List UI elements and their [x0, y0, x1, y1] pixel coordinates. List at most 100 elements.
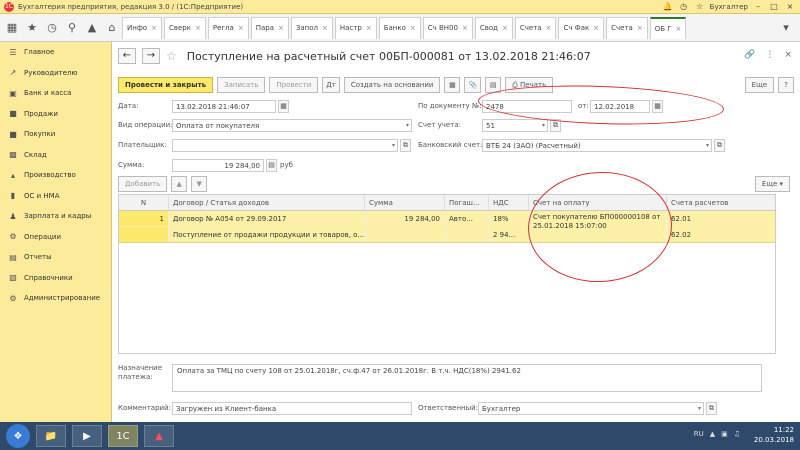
- save-button[interactable]: Записать: [217, 77, 266, 93]
- open-responsible-icon[interactable]: ⧉: [706, 402, 717, 415]
- close-icon[interactable]: ×: [637, 24, 643, 32]
- tab-10[interactable]: Сч Фак ×: [558, 16, 605, 39]
- history-icon[interactable]: ◷: [44, 20, 60, 36]
- sidebar-item-main[interactable]: ☰ Главное: [0, 42, 111, 63]
- close-icon[interactable]: ×: [366, 24, 372, 32]
- document-icon[interactable]: ▤: [485, 77, 502, 93]
- close-icon[interactable]: ×: [278, 24, 284, 32]
- home-icon[interactable]: ⌂: [104, 20, 120, 36]
- close-form-icon[interactable]: ×: [784, 50, 792, 60]
- tab-3[interactable]: Пара ×: [250, 16, 289, 39]
- sidebar-item-manager[interactable]: ↗ Руководителю: [0, 63, 111, 84]
- row-vat-sum[interactable]: 2 94...: [489, 227, 529, 242]
- add-row-button[interactable]: Добавить: [118, 176, 168, 192]
- sidebar-item-operations[interactable]: ⚙ Операции: [0, 227, 111, 248]
- date-field[interactable]: 13.02.2018 21:46:07: [172, 100, 276, 113]
- tab-6[interactable]: Банко ×: [378, 16, 421, 39]
- dt-kt-icon[interactable]: Дт: [322, 77, 340, 93]
- close-icon[interactable]: ×: [238, 24, 244, 32]
- comment-field[interactable]: Загружен из Клиент-банка: [172, 402, 412, 415]
- tab-4[interactable]: Запол ×: [290, 16, 333, 39]
- tab-12-active[interactable]: ОБ Г ×: [649, 16, 687, 39]
- sidebar-item-admin[interactable]: ⚙ Администрирование: [0, 288, 111, 309]
- sidebar-item-production[interactable]: ▴ Производство: [0, 165, 111, 186]
- pdf-reader-app-icon[interactable]: ▲: [144, 425, 174, 447]
- calendar-icon[interactable]: ▦: [652, 100, 663, 113]
- calculator-icon[interactable]: ▤: [266, 159, 277, 172]
- tab-0[interactable]: Инфо ×: [122, 16, 162, 39]
- row-account-2[interactable]: 62.02: [667, 227, 757, 242]
- close-icon[interactable]: ×: [593, 24, 599, 32]
- start-button-icon[interactable]: ❖: [6, 424, 30, 448]
- row-vat-rate[interactable]: 18%: [489, 211, 529, 226]
- post-button[interactable]: Провести: [269, 77, 319, 93]
- volume-icon[interactable]: ♫: [734, 430, 740, 438]
- close-icon[interactable]: ×: [195, 24, 201, 32]
- tab-1[interactable]: Сверк ×: [163, 16, 206, 39]
- col-sum[interactable]: Сумма: [365, 195, 445, 210]
- user-name[interactable]: Бухгалтер: [710, 3, 748, 11]
- row-account-1[interactable]: 62.01: [667, 211, 757, 226]
- more-button[interactable]: Еще: [744, 77, 774, 93]
- back-button[interactable]: ←: [118, 48, 136, 64]
- bell-icon[interactable]: ▲: [84, 20, 100, 36]
- close-icon[interactable]: ×: [151, 24, 157, 32]
- sidebar-item-salary[interactable]: ♟ Зарплата и кадры: [0, 206, 111, 227]
- clock[interactable]: 11:22 20.03.2018: [754, 425, 794, 445]
- media-player-app-icon[interactable]: ▶: [72, 425, 102, 447]
- table-more-button[interactable]: Еще ▾: [754, 176, 790, 192]
- close-icon[interactable]: ×: [410, 24, 416, 32]
- favorites-star-icon[interactable]: ★: [24, 20, 40, 36]
- help-button[interactable]: ?: [778, 77, 794, 93]
- docdate-field[interactable]: 12.02.2018: [590, 100, 650, 113]
- row-contract[interactable]: Договор № А054 от 29.09.2017: [169, 211, 365, 226]
- language-indicator[interactable]: RU: [694, 430, 704, 438]
- tab-9[interactable]: Счета ×: [514, 16, 557, 39]
- sidebar-item-reports[interactable]: ▤ Отчеты: [0, 247, 111, 268]
- 1c-app-icon[interactable]: 1С: [108, 425, 138, 447]
- col-accounts[interactable]: Счета расчетов: [667, 195, 757, 210]
- post-and-close-button[interactable]: Провести и закрыть: [118, 77, 214, 93]
- structure-icon[interactable]: ▦: [444, 77, 461, 93]
- link-icon[interactable]: 🔗: [744, 50, 755, 60]
- sidebar-item-sales[interactable]: ■ Продажи: [0, 104, 111, 125]
- attach-icon[interactable]: 📎: [464, 77, 482, 93]
- tab-7[interactable]: Сч ВН00 ×: [422, 16, 473, 39]
- move-down-icon[interactable]: ▼: [191, 176, 208, 192]
- operation-select[interactable]: Оплата от покупателя ▾: [172, 119, 412, 132]
- col-vat[interactable]: НДС: [489, 195, 529, 210]
- sidebar-item-warehouse[interactable]: ▩ Склад: [0, 145, 111, 166]
- sidebar-item-catalogs[interactable]: ▧ Справочники: [0, 268, 111, 289]
- close-button[interactable]: ×: [784, 2, 796, 12]
- table-row[interactable]: 1 Договор № А054 от 29.09.2017 19 284,00…: [119, 211, 775, 243]
- close-icon[interactable]: ×: [546, 24, 552, 32]
- print-button[interactable]: ⎙ Печать: [505, 77, 554, 93]
- close-icon[interactable]: ×: [462, 24, 468, 32]
- tab-8[interactable]: Свод ×: [474, 16, 513, 39]
- sidebar-item-assets[interactable]: ▮ ОС и НМА: [0, 186, 111, 207]
- explorer-app-icon[interactable]: 📁: [36, 425, 66, 447]
- tray-arrow-icon[interactable]: ▲: [710, 430, 715, 438]
- create-based-button[interactable]: Создать на основании: [343, 77, 441, 93]
- maximize-button[interactable]: □: [768, 2, 780, 12]
- favorite-star-icon[interactable]: ☆: [166, 49, 177, 63]
- row-sum[interactable]: 19 284,00: [365, 211, 445, 226]
- sidebar-item-purchases[interactable]: ■ Покупки: [0, 124, 111, 145]
- col-repay[interactable]: Погаш...: [445, 195, 489, 210]
- close-icon[interactable]: ×: [502, 24, 508, 32]
- row-repay[interactable]: Авто...: [445, 211, 489, 226]
- purpose-textarea[interactable]: Оплата за ТМЦ по счету 108 от 25.01.2018…: [172, 364, 762, 392]
- notification-icon[interactable]: 🔔: [662, 2, 674, 12]
- calendar-icon[interactable]: ▦: [278, 100, 289, 113]
- close-icon[interactable]: ×: [322, 24, 328, 32]
- responsible-field[interactable]: Бухгалтер ▾: [478, 402, 704, 415]
- history-icon[interactable]: ◷: [678, 2, 690, 12]
- tab-2[interactable]: Регла ×: [207, 16, 249, 39]
- network-icon[interactable]: ▣: [721, 430, 728, 438]
- col-contract[interactable]: Договор / Статья доходов: [169, 195, 365, 210]
- docnum-field[interactable]: 2478: [482, 100, 572, 113]
- apps-grid-icon[interactable]: ▦: [4, 20, 20, 36]
- bank-account-field[interactable]: ВТБ 24 (ЗАО) (Расчетный) ▾: [482, 139, 712, 152]
- row-article[interactable]: Поступление от продажи продукции и товар…: [169, 227, 365, 242]
- payer-field[interactable]: ▾: [172, 139, 398, 152]
